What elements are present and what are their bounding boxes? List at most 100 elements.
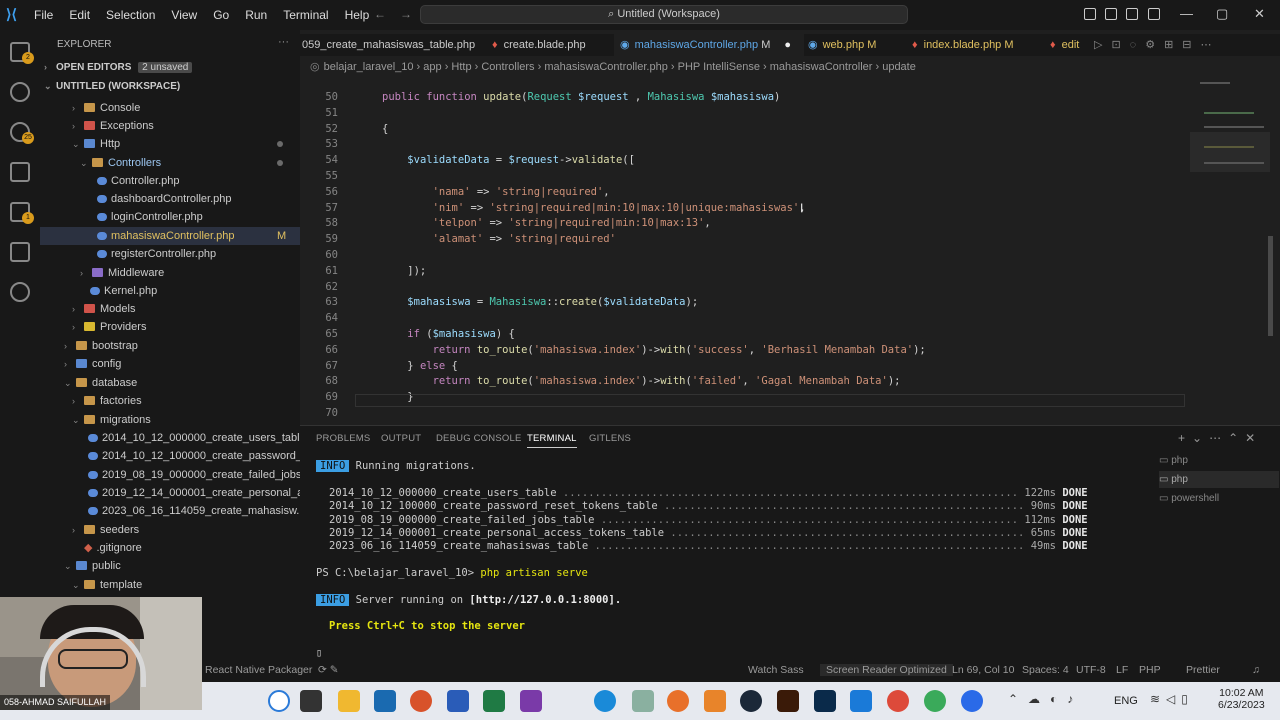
- minimize-icon[interactable]: —: [1180, 6, 1193, 21]
- breadcrumb[interactable]: ◎ belajar_laravel_10 › app › Http › Contr…: [310, 60, 916, 76]
- tree-item[interactable]: 2014_10_12_000000_create_users_tabl...: [40, 429, 309, 447]
- tree-item[interactable]: dashboardController.php: [40, 190, 300, 208]
- powerpoint-icon[interactable]: [410, 690, 432, 712]
- code-line[interactable]: 57 'nim' => 'string|required|min:10|max:…: [300, 200, 1200, 216]
- tab-mahasiswa-controller[interactable]: ◉ mahasiswaController.php M ●: [614, 34, 804, 56]
- code-line[interactable]: 50 public function update(Request $reques…: [300, 89, 1200, 105]
- code-line[interactable]: 64: [300, 310, 1200, 326]
- tab-gitlens[interactable]: GITLENS: [589, 433, 631, 444]
- tree-item-selected[interactable]: mahasiswaController.php M: [40, 227, 300, 245]
- terminal-instance[interactable]: ▭ php: [1159, 452, 1279, 469]
- code-line[interactable]: 63 $mahasiswa = Mahasiswa::create($valid…: [300, 294, 1200, 310]
- store-icon[interactable]: [374, 690, 396, 712]
- tree-item[interactable]: › config: [40, 355, 300, 373]
- chrome-profile-icon[interactable]: [924, 690, 946, 712]
- code-line[interactable]: 70: [300, 405, 1200, 421]
- more-actions-icon[interactable]: ···: [278, 36, 289, 48]
- tab-output[interactable]: OUTPUT: [381, 433, 421, 444]
- tree-item[interactable]: 2014_10_12_100000_create_password_...: [40, 447, 311, 465]
- editor-scrollbar[interactable]: [1268, 236, 1273, 336]
- server-url[interactable]: [http://127.0.0.1:8000].: [469, 594, 621, 606]
- tab-terminal[interactable]: TERMINAL: [527, 433, 577, 448]
- tree-item[interactable]: › Exceptions: [40, 117, 300, 135]
- indentation[interactable]: Spaces: 4: [1022, 664, 1069, 676]
- code-line[interactable]: 59 'alamat' => 'string|required': [300, 231, 1200, 247]
- tree-item[interactable]: registerController.php: [40, 245, 300, 263]
- excel-icon[interactable]: [483, 690, 505, 712]
- code-line[interactable]: 60: [300, 247, 1200, 263]
- menu-selection[interactable]: Selection: [98, 8, 163, 22]
- code-line[interactable]: 52 {: [300, 121, 1200, 137]
- app-icon[interactable]: [632, 690, 654, 712]
- language-mode[interactable]: PHP: [1139, 664, 1161, 676]
- tree-item[interactable]: 2023_06_16_114059_create_mahasisw...: [40, 502, 305, 520]
- tree-item[interactable]: 2019_08_19_000000_create_failed_jobs...: [40, 466, 311, 484]
- code-line[interactable]: 65 if ($mahasiswa) {: [300, 326, 1200, 342]
- sync-icon[interactable]: ⟳ ✎: [318, 664, 339, 676]
- toggle-secondary-sidebar-icon[interactable]: [1126, 8, 1138, 20]
- tab-web-php[interactable]: ◉ web.php M: [806, 34, 896, 56]
- tree-item[interactable]: › factories: [40, 392, 300, 410]
- tab-create-blade[interactable]: ♦ create.blade.php: [492, 34, 612, 56]
- tree-item[interactable]: › seeders: [40, 521, 300, 539]
- unsaved-dot-icon[interactable]: ●: [784, 39, 791, 51]
- tab-problems[interactable]: PROBLEMS: [316, 433, 370, 444]
- tree-item[interactable]: › bootstrap: [40, 337, 300, 355]
- tree-item[interactable]: › Console: [40, 99, 300, 117]
- toggle-sidebar-icon[interactable]: [1084, 8, 1096, 20]
- task-view-icon[interactable]: [300, 690, 322, 712]
- code-line[interactable]: 58 'telpon' => 'string|required|min:10|m…: [300, 215, 1200, 231]
- screen-reader-status[interactable]: Screen Reader Optimized: [820, 664, 953, 676]
- prettier-status[interactable]: Prettier: [1186, 664, 1220, 676]
- code-line[interactable]: 66 return to_route('mahasiswa.index')->w…: [300, 342, 1200, 358]
- menu-file[interactable]: File: [26, 8, 61, 22]
- editor-actions-icon[interactable]: ▷⊡◌⚙⊞⊟⋯: [1094, 34, 1221, 56]
- tab-index-blade[interactable]: ♦ index.blade.php M: [912, 34, 1032, 56]
- menu-edit[interactable]: Edit: [61, 8, 98, 22]
- search-icon[interactable]: [10, 82, 30, 102]
- edge-icon[interactable]: [594, 690, 616, 712]
- testing-icon[interactable]: [10, 242, 30, 262]
- menu-help[interactable]: Help: [337, 8, 378, 22]
- illustrator-icon[interactable]: [777, 690, 799, 712]
- tree-item[interactable]: Kernel.php: [40, 282, 300, 300]
- maximize-icon[interactable]: ▢: [1216, 6, 1228, 22]
- cursor-position[interactable]: Ln 69, Col 10: [952, 664, 1014, 676]
- minimap-slider[interactable]: [1190, 132, 1270, 172]
- menu-run[interactable]: Run: [237, 8, 275, 22]
- eol[interactable]: LF: [1116, 664, 1128, 676]
- minimap[interactable]: [1190, 76, 1270, 336]
- menu-view[interactable]: View: [163, 8, 205, 22]
- code-line[interactable]: 61 ]);: [300, 263, 1200, 279]
- menu-terminal[interactable]: Terminal: [275, 8, 336, 22]
- steam-icon[interactable]: [740, 690, 762, 712]
- clock[interactable]: 10:02 AM 6/23/2023: [1218, 687, 1265, 711]
- tree-item[interactable]: › Models: [40, 300, 300, 318]
- firefox-icon[interactable]: [667, 690, 689, 712]
- terminal-instance[interactable]: ▭ powershell: [1159, 490, 1279, 507]
- watch-sass[interactable]: Watch Sass: [748, 664, 804, 676]
- tree-item[interactable]: ⌄ database: [40, 374, 300, 392]
- toggle-panel-icon[interactable]: [1105, 8, 1117, 20]
- code-line[interactable]: 51: [300, 105, 1200, 121]
- tree-item[interactable]: Controller.php: [40, 172, 300, 190]
- tree-item[interactable]: 2019_12_14_000001_create_personal_a...: [40, 484, 312, 502]
- tree-item[interactable]: ◆ .gitignore: [40, 539, 300, 557]
- code-line[interactable]: 55: [300, 168, 1200, 184]
- terminal-instance-active[interactable]: ▭ php: [1159, 471, 1279, 488]
- tree-item[interactable]: ⌄ public: [40, 557, 300, 575]
- code-line[interactable]: 62: [300, 279, 1200, 295]
- tree-item[interactable]: ⌄ Controllers: [40, 154, 300, 172]
- react-native-status[interactable]: React Native Packager: [205, 664, 312, 676]
- file-explorer-icon[interactable]: [338, 690, 360, 712]
- code-line[interactable]: 56 'nama' => 'string|required',: [300, 184, 1200, 200]
- panel-actions-icon[interactable]: +⌄⋯⌃✕: [1178, 431, 1262, 445]
- system-tray-icons[interactable]: ⌃☁◐♪: [1008, 692, 1083, 706]
- zoom-icon[interactable]: [961, 690, 983, 712]
- nav-arrows-icon[interactable]: ←→: [374, 7, 426, 21]
- xampp-icon[interactable]: [704, 690, 726, 712]
- code-line[interactable]: 67 } else {: [300, 358, 1200, 374]
- tree-item[interactable]: ⌄ migrations: [40, 411, 300, 429]
- network-volume-icons[interactable]: ≋◁▯: [1150, 692, 1194, 706]
- tab-debug-console[interactable]: DEBUG CONSOLE: [436, 433, 521, 444]
